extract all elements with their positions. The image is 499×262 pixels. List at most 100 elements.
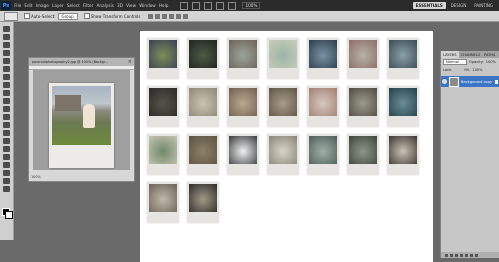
polaroid-thumbnail: [227, 134, 259, 175]
eraser-tool-icon[interactable]: [3, 106, 10, 112]
gradient-tool-icon[interactable]: [3, 114, 10, 120]
workspace-essentials[interactable]: ESSENTIALS: [412, 2, 446, 9]
blend-mode-dropdown[interactable]: Normal: [443, 59, 467, 65]
align-top-icon[interactable]: [148, 13, 154, 19]
fill-label: Fill:: [464, 68, 471, 72]
thumbnail-photo: [309, 40, 337, 68]
polaroid-thumbnail: [347, 38, 379, 79]
polaroid-thumbnail: [147, 86, 179, 127]
tool-preset-picker[interactable]: [4, 11, 18, 21]
path-selection-tool-icon[interactable]: [3, 154, 10, 160]
marquee-tool-icon[interactable]: [3, 34, 10, 40]
align-left-icon[interactable]: [169, 13, 175, 19]
polaroid-thumbnail: [227, 86, 259, 127]
opacity-label: Opacity:: [469, 60, 484, 64]
adjustment-layer-icon[interactable]: [460, 253, 463, 257]
menu-help[interactable]: Help: [159, 3, 169, 8]
lock-row: Lock: Fill: 100%: [441, 66, 499, 74]
workspace-painting[interactable]: PAINTING: [471, 2, 496, 9]
type-tool-icon[interactable]: [3, 146, 10, 152]
document-title-bar[interactable]: polaroidphotography2.jpg @ 100% (Backgr.…: [29, 58, 134, 66]
align-buttons: [148, 13, 189, 19]
auto-select-checkbox[interactable]: [24, 13, 30, 19]
lasso-tool-icon[interactable]: [3, 42, 10, 48]
clone-stamp-tool-icon[interactable]: [3, 90, 10, 96]
polaroid-thumbnail: [307, 86, 339, 127]
history-brush-tool-icon[interactable]: [3, 98, 10, 104]
layer-style-icon[interactable]: [450, 253, 453, 257]
zoom-level[interactable]: 100%: [242, 2, 261, 9]
thumbnail-photo: [229, 88, 257, 116]
document-title: polaroidphotography2.jpg @ 100% (Backgr.…: [32, 60, 109, 64]
thumbnail-photo: [309, 88, 337, 116]
menu-3d[interactable]: 3D: [117, 3, 123, 8]
move-tool-icon[interactable]: [3, 26, 10, 32]
background-color-swatch[interactable]: [5, 211, 13, 219]
menu-image[interactable]: Image: [36, 3, 49, 8]
pen-tool-icon[interactable]: [3, 138, 10, 144]
eye-icon[interactable]: [442, 79, 447, 84]
layer-row[interactable]: Background copy: [441, 76, 499, 87]
align-middle-icon[interactable]: [155, 13, 161, 19]
align-bottom-icon[interactable]: [162, 13, 168, 19]
document-zoom-status[interactable]: 100%: [31, 175, 41, 179]
trash-icon[interactable]: [475, 253, 478, 257]
layer-mask-icon[interactable]: [455, 253, 458, 257]
rotate-view-icon[interactable]: [228, 1, 237, 10]
zoom-tool-icon[interactable]: [216, 1, 225, 10]
document-window[interactable]: polaroidphotography2.jpg @ 100% (Backgr.…: [28, 57, 135, 182]
dodge-tool-icon[interactable]: [3, 130, 10, 136]
auto-select-option[interactable]: Auto-Select:: [24, 13, 56, 19]
opacity-value[interactable]: 100%: [486, 60, 496, 64]
link-layers-icon[interactable]: [445, 253, 448, 257]
workspace-design[interactable]: DESIGN: [448, 2, 469, 9]
thumbnail-photo: [189, 184, 217, 212]
fill-value[interactable]: 100%: [472, 68, 482, 72]
crop-tool-icon[interactable]: [3, 58, 10, 64]
align-center-icon[interactable]: [176, 13, 182, 19]
menu-view[interactable]: View: [126, 3, 136, 8]
panel-tabs: LAYERS CHANNELS PATHS: [441, 51, 499, 58]
hand-tool-icon[interactable]: [3, 178, 10, 184]
thumbnail-photo: [389, 40, 417, 68]
show-transform-option[interactable]: Show Transform Controls: [83, 13, 141, 19]
menu-select[interactable]: Select: [67, 3, 80, 8]
tab-layers[interactable]: LAYERS: [441, 51, 459, 58]
document-canvas[interactable]: [33, 70, 130, 170]
new-layer-icon[interactable]: [470, 253, 473, 257]
thumbnail-photo: [389, 136, 417, 164]
menu-file[interactable]: File: [14, 3, 21, 8]
menu-layer[interactable]: Layer: [52, 3, 64, 8]
polaroid-thumbnail: [187, 182, 219, 223]
healing-brush-tool-icon[interactable]: [3, 74, 10, 80]
workspace-switcher: ESSENTIALS DESIGN PAINTING: [412, 2, 496, 9]
bridge-icon[interactable]: [180, 1, 189, 10]
zoom-tool-icon[interactable]: [3, 186, 10, 192]
3d-rotate-tool-icon[interactable]: [3, 170, 10, 176]
tab-channels[interactable]: CHANNELS: [459, 51, 483, 58]
show-transform-label: Show Transform Controls: [90, 13, 141, 19]
eyedropper-tool-icon[interactable]: [3, 66, 10, 72]
polaroid-photo: [49, 83, 114, 168]
quick-select-tool-icon[interactable]: [3, 50, 10, 56]
blur-tool-icon[interactable]: [3, 122, 10, 128]
show-transform-checkbox[interactable]: [83, 13, 90, 19]
close-icon[interactable]: ×: [128, 59, 132, 65]
menu-analysis[interactable]: Analysis: [97, 3, 114, 8]
thumbnail-photo: [269, 40, 297, 68]
shape-tool-icon[interactable]: [3, 162, 10, 168]
new-group-icon[interactable]: [465, 253, 468, 257]
align-right-icon[interactable]: [183, 13, 189, 19]
brush-tool-icon[interactable]: [3, 82, 10, 88]
auto-select-dropdown[interactable]: Group: [57, 12, 78, 20]
polaroid-thumbnail: [147, 134, 179, 175]
mini-bridge-icon[interactable]: [192, 1, 201, 10]
menu-window[interactable]: Window: [139, 3, 156, 8]
tab-paths[interactable]: PATHS: [482, 51, 497, 58]
menu-filter[interactable]: Filter: [83, 3, 93, 8]
thumbnail-photo: [189, 88, 217, 116]
polaroid-thumbnail: [187, 134, 219, 175]
hand-icon[interactable]: [204, 1, 213, 10]
menu-edit[interactable]: Edit: [24, 3, 32, 8]
girl-shape: [83, 104, 95, 128]
